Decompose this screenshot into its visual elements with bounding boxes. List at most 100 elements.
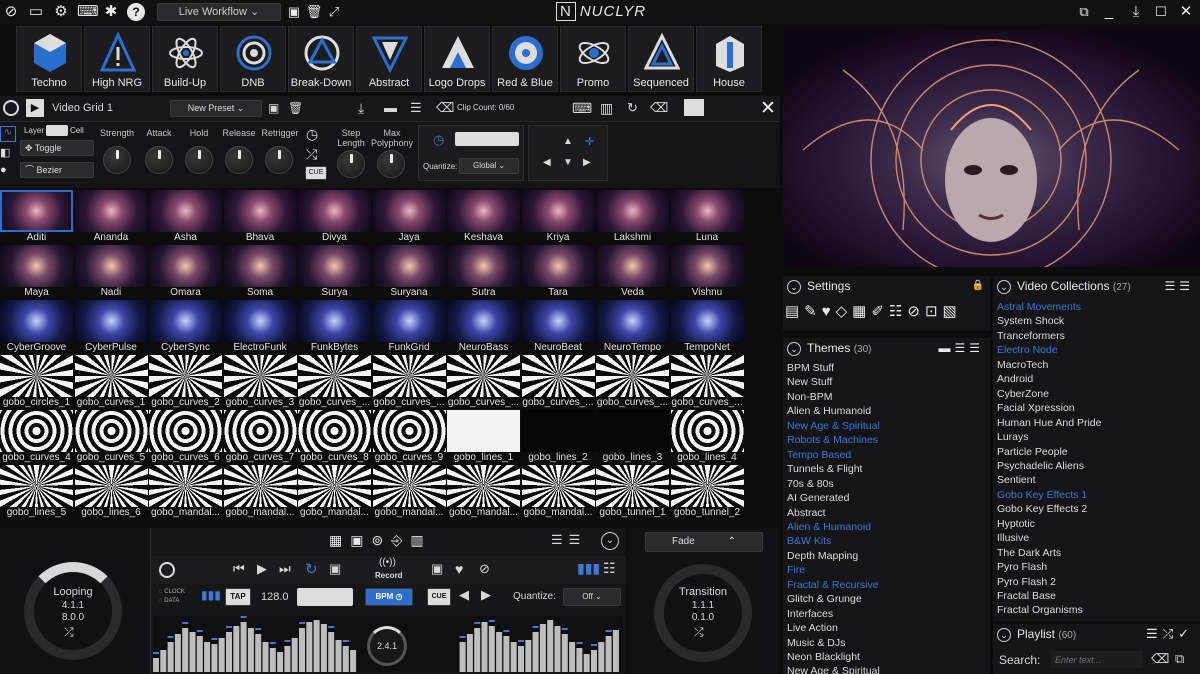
expand-icon[interactable]: ⤢ — [325, 3, 343, 21]
list-item[interactable]: BPM Stuff — [787, 362, 834, 374]
monitor-off-icon[interactable]: ▭ — [27, 3, 45, 21]
clip-cell[interactable]: gobo_curves_... — [372, 355, 446, 409]
preset-build-up[interactable]: Build-Up — [152, 26, 218, 92]
strength-knob[interactable] — [103, 146, 131, 174]
clip-cell[interactable]: gobo_lines_5 — [0, 465, 73, 519]
settings-icons[interactable]: ▤✎♥◇▦✐☷⊘⊡▧ — [785, 302, 985, 324]
list-item[interactable]: Tranceformers — [997, 330, 1065, 342]
clip-cell[interactable]: gobo_curves_3 — [223, 355, 297, 409]
meter-icon[interactable]: ▮▮▮ — [577, 560, 600, 577]
clip-cell[interactable]: NeuroBass — [447, 300, 520, 354]
clip-cell[interactable]: Jaya — [372, 190, 446, 244]
delete-preset-icon[interactable]: 🗑 — [288, 101, 303, 115]
clip-cell[interactable]: gobo_curves_4 — [0, 410, 73, 464]
preset-logo-drops[interactable]: Logo Drops — [424, 26, 490, 92]
list-item[interactable]: Pyro Flash — [997, 561, 1047, 573]
clip-cell[interactable]: gobo_curves_... — [521, 355, 595, 409]
download-icon[interactable]: ⤓ — [358, 100, 364, 117]
loop-icon[interactable]: ↻ — [305, 560, 318, 578]
clip-cell[interactable]: gobo_curves_8 — [298, 410, 371, 464]
arrow-right-icon[interactable]: ▶ — [481, 587, 491, 603]
minimize-icon[interactable]: _ — [1100, 3, 1118, 21]
snapshot-icon[interactable]: ▣ — [329, 561, 341, 577]
clip-cell[interactable]: Bhava — [223, 190, 297, 244]
list-item[interactable]: Lurays — [997, 431, 1029, 443]
clip-cell[interactable]: FunkGrid — [372, 300, 446, 354]
release-knob[interactable] — [225, 146, 253, 174]
preset-sequenced[interactable]: Sequenced — [628, 26, 694, 92]
shuffle-icon[interactable]: ⤮ — [64, 625, 74, 640]
list-item[interactable]: Illusive — [997, 532, 1029, 544]
clip-cell[interactable]: gobo_mandal... — [298, 465, 371, 519]
list-item[interactable]: New Age & Spiritual — [787, 420, 880, 432]
list-item[interactable]: B&W Kits — [787, 535, 831, 547]
bezier-select[interactable]: ⌒ Bezier — [20, 162, 94, 178]
list-item[interactable]: Gobo Key Effects 2 — [997, 503, 1087, 515]
collapse-icon[interactable]: ⌄ — [787, 280, 801, 294]
clip-cell[interactable]: gobo_mandal... — [521, 465, 595, 519]
save-icon[interactable]: ▣ — [285, 3, 303, 21]
toggle-select[interactable]: ✥ Toggle — [20, 140, 94, 156]
clip-cell[interactable]: Ananda — [74, 190, 148, 244]
clip-cell[interactable]: gobo_curves_... — [447, 355, 520, 409]
shuffle-icon[interactable]: ⤮ — [694, 625, 704, 640]
dot-icon[interactable]: ● — [0, 164, 14, 178]
clip-cell[interactable]: NeuroTempo — [596, 300, 669, 354]
clip-cell[interactable]: TempoNet — [670, 300, 744, 354]
help-icon[interactable]: ? — [127, 3, 145, 21]
collections-actions[interactable]: ☰☰ — [1164, 276, 1194, 296]
clip-cell[interactable]: gobo_mandal... — [372, 465, 446, 519]
quantize-select[interactable]: Off ⌄ — [563, 588, 621, 606]
list-item[interactable]: Tempo Based — [787, 449, 851, 461]
list-item[interactable]: Pyro Flash 2 — [997, 576, 1056, 588]
play-icon[interactable]: ▶ — [26, 99, 44, 117]
list-item[interactable]: 70s & 80s — [787, 478, 834, 490]
cue-button[interactable]: CUE — [305, 166, 327, 180]
lock-icon[interactable]: 🔒 — [972, 276, 984, 296]
clip-cell[interactable]: gobo_tunnel_2 — [670, 465, 744, 519]
bug-icon[interactable]: ✱ — [102, 3, 120, 21]
clip-cell[interactable]: Aditi — [0, 190, 73, 244]
list-item[interactable]: New Age & Spiritual — [787, 665, 880, 674]
power-icon[interactable] — [3, 100, 19, 116]
keyboard-icon[interactable]: ⌨ — [572, 100, 592, 117]
clip-cell[interactable]: gobo_mandal... — [149, 465, 222, 519]
clip-cell[interactable]: gobo_curves_7 — [223, 410, 297, 464]
clip-cell[interactable]: ElectroFunk — [223, 300, 297, 354]
waveform[interactable]: 2.4.1 — [153, 614, 623, 672]
eraser-icon[interactable]: ⌫ — [436, 100, 454, 116]
workflow-select[interactable]: Live Workflow ⌄ — [157, 3, 281, 21]
clip-cell[interactable]: gobo_circles_1 — [0, 355, 73, 409]
hold-knob[interactable] — [185, 146, 213, 174]
fade-select[interactable]: Fade ⌃ — [645, 532, 763, 552]
heart-icon[interactable]: ♥ — [455, 561, 463, 577]
clip-cell[interactable]: gobo_lines_1 — [447, 410, 520, 464]
record-icon[interactable]: ((•)) — [379, 557, 396, 568]
playlist-actions[interactable]: ☰⤮✓ — [1146, 624, 1194, 644]
list-item[interactable]: Fire — [787, 564, 805, 576]
list-item[interactable]: Glitch & Grunge — [787, 593, 862, 605]
clip-cell[interactable]: gobo_mandal... — [447, 465, 520, 519]
arrow-up-icon[interactable]: ▲ — [563, 136, 573, 147]
clip-icon[interactable]: ▣ — [431, 561, 443, 577]
preset-select[interactable]: New Preset ⌄ — [170, 100, 262, 117]
loop-icon[interactable]: ↻ — [627, 100, 638, 116]
clip-cell[interactable]: CyberSync — [149, 300, 222, 354]
layer-cell-toggle[interactable] — [46, 125, 68, 136]
clip-cell[interactable]: Soma — [223, 245, 297, 299]
list-item[interactable]: Psychadelic Aliens — [997, 460, 1084, 472]
eraser-2-icon[interactable]: ⌫ — [650, 100, 668, 116]
clip-cell[interactable]: Vishnu — [670, 245, 744, 299]
time-signature-display[interactable] — [455, 132, 519, 146]
preset-dnb[interactable]: DNB — [220, 26, 286, 92]
clip-cell[interactable]: FunkBytes — [298, 300, 371, 354]
list-item[interactable]: Neon Blacklight — [787, 651, 860, 663]
list-item[interactable]: Fractal Base — [997, 590, 1056, 602]
power-icon[interactable] — [159, 562, 175, 578]
clip-cell[interactable]: Maya — [0, 245, 73, 299]
clip-cell[interactable]: Suryana — [372, 245, 446, 299]
skip-back-icon[interactable]: ⏮ — [233, 561, 245, 577]
list-item[interactable]: Alien & Humanoid — [787, 405, 871, 417]
curve-icon[interactable]: ∿ — [0, 126, 16, 142]
keyboard-icon[interactable]: ⌨ — [77, 3, 99, 21]
